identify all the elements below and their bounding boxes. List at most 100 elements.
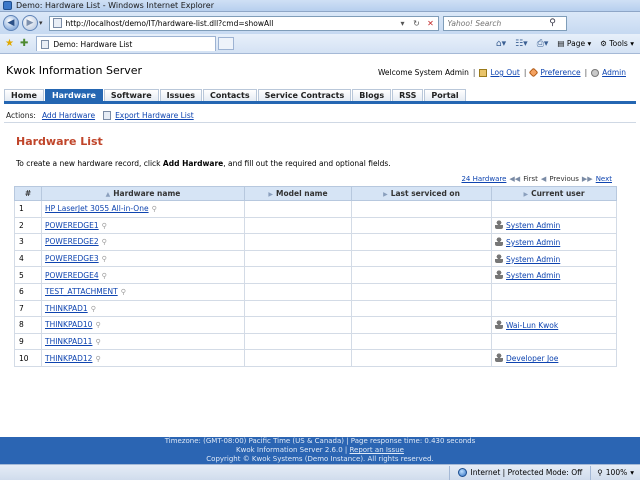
new-tab-button[interactable] — [218, 37, 235, 50]
intro-before: To create a new hardware record, click — [16, 159, 163, 168]
hardware-link[interactable]: POWEREDGE2 — [45, 237, 99, 246]
current-user-cell — [491, 332, 617, 351]
hardware-link[interactable]: THINKPAD1 — [45, 304, 88, 313]
col-number: # — [14, 186, 42, 201]
user-link[interactable]: System Admin — [506, 255, 560, 264]
user-link[interactable]: System Admin — [506, 238, 560, 247]
hardware-link[interactable]: THINKPAD11 — [45, 337, 92, 346]
hardware-link[interactable]: HP LaserJet 3055 All-in-One — [45, 204, 149, 213]
col-current-user[interactable]: ▶ Current user — [491, 186, 617, 201]
command-buttons: ⌂▾ ☷▾ ⎙▾ ▤ Page ▾ ⚙ Tools ▾ — [496, 39, 640, 49]
footer-line-3: Copyright © Kwok Systems (Demo Instance)… — [206, 455, 434, 463]
last-serviced-cell — [351, 266, 492, 284]
hardware-name-cell: TEST_ATTACHMENT ⚲ — [41, 282, 245, 301]
hardware-count-link[interactable]: 24 Hardware — [461, 175, 506, 183]
preference-link[interactable]: Preference — [540, 68, 580, 77]
search-icon[interactable]: ⚲ — [546, 18, 560, 28]
tools-menu[interactable]: ⚙ Tools ▾ — [600, 39, 634, 48]
zoom-control[interactable]: ⚲ 100% ▾ — [590, 465, 640, 480]
user-link[interactable]: System Admin — [506, 271, 560, 280]
address-dropdown-icon[interactable]: ▾ — [396, 19, 410, 28]
search-box[interactable]: ⚲ — [442, 15, 567, 31]
hardware-link[interactable]: POWEREDGE4 — [45, 271, 99, 280]
footer-line-2: Kwok Information Server 2.6.0 | Report a… — [0, 446, 640, 455]
pager-previous: Previous — [549, 175, 579, 183]
hardware-link[interactable]: POWEREDGE1 — [45, 221, 99, 230]
tools-menu-label: Tools — [609, 39, 628, 48]
address-bar[interactable]: http://localhost/demo/IT/hardware-list.d… — [48, 15, 439, 31]
hardware-link[interactable]: TEST_ATTACHMENT — [45, 287, 118, 296]
home-icon[interactable]: ⌂▾ — [496, 39, 506, 49]
nav-hardware[interactable]: Hardware — [44, 89, 103, 101]
page-footer: Timezone: (GMT-08:00) Pacific Time (US &… — [0, 437, 640, 464]
print-icon[interactable]: ⎙▾ — [537, 39, 549, 49]
add-hardware-link[interactable]: Add Hardware — [42, 111, 95, 120]
table-row: 9 THINKPAD11 ⚲ — [14, 332, 617, 351]
report-issue-link[interactable]: Report an Issue — [349, 446, 403, 454]
key-icon: ⚲ — [151, 205, 157, 214]
stop-icon[interactable]: ✕ — [424, 19, 438, 28]
nav-contacts[interactable]: Contacts — [203, 89, 257, 101]
col-model-name-label: Model name — [276, 189, 328, 198]
last-serviced-cell — [351, 349, 492, 367]
hardware-name-cell: POWEREDGE2 ⚲ — [41, 233, 245, 251]
table-row: 8 THINKPAD10 ⚲ Wai-Lun Kwok — [14, 316, 617, 334]
user-icon — [495, 270, 503, 280]
user-icon — [495, 353, 503, 363]
user-icon — [495, 319, 503, 329]
add-favorites-icon[interactable]: ✚ — [20, 38, 28, 49]
refresh-icon[interactable]: ↻ — [410, 19, 424, 28]
col-last-serviced-label: Last serviced on — [390, 189, 460, 198]
admin-gear-icon — [591, 68, 600, 77]
user-link[interactable]: Wai-Lun Kwok — [506, 321, 558, 330]
separator: | — [523, 68, 527, 77]
sort-icon: ▶ — [268, 191, 274, 198]
hardware-name-cell: POWEREDGE3 ⚲ — [41, 249, 245, 268]
nav-issues[interactable]: Issues — [159, 89, 203, 101]
pager-next[interactable]: Next — [596, 175, 612, 183]
nav-portal[interactable]: Portal — [424, 89, 466, 101]
col-model-name[interactable]: ▶ Model name — [244, 186, 352, 201]
current-user-cell: System Admin — [491, 249, 617, 268]
history-dropdown-icon[interactable]: ▾ — [39, 19, 43, 27]
key-icon: ⚲ — [101, 271, 107, 280]
hardware-link[interactable]: POWEREDGE3 — [45, 254, 99, 263]
back-icon[interactable]: ◀ — [3, 15, 19, 31]
table-row: 5 POWEREDGE4 ⚲ System Admin — [14, 266, 617, 284]
hardware-link[interactable]: THINKPAD12 — [45, 354, 92, 363]
page-icon — [52, 18, 62, 28]
forward-icon[interactable]: ▶ — [22, 15, 38, 31]
model-name-cell — [244, 266, 352, 284]
last-serviced-cell — [351, 200, 492, 218]
nav-home[interactable]: Home — [4, 89, 44, 101]
address-url[interactable]: http://localhost/demo/IT/hardware-list.d… — [66, 19, 274, 28]
col-hardware-name[interactable]: ▲ Hardware name — [41, 186, 245, 201]
favorites-star-icon[interactable]: ★ — [5, 38, 14, 49]
page-menu-label: Page — [566, 39, 586, 48]
export-icon — [103, 111, 112, 120]
nav-service-contracts[interactable]: Service Contracts — [257, 89, 352, 101]
hardware-name-cell: THINKPAD12 ⚲ — [41, 349, 245, 367]
search-input[interactable] — [447, 18, 546, 28]
nav-blogs[interactable]: Blogs — [352, 89, 392, 101]
next-arrow-icon: ▶▶ — [581, 175, 593, 183]
hardware-name-cell: THINKPAD11 ⚲ — [41, 332, 245, 351]
intro-after: , and fill out the required and optional… — [223, 159, 391, 168]
browser-tab[interactable]: Demo: Hardware List — [36, 36, 217, 51]
logout-link[interactable]: Log Out — [490, 68, 519, 77]
feeds-icon[interactable]: ☷▾ — [515, 39, 528, 49]
export-hardware-link[interactable]: Export Hardware List — [115, 111, 194, 120]
model-name-cell — [244, 299, 352, 318]
col-last-serviced[interactable]: ▶ Last serviced on — [351, 186, 492, 201]
hardware-link[interactable]: THINKPAD10 — [45, 320, 92, 329]
user-link[interactable]: Developer Joe — [506, 354, 558, 363]
actions-label: Actions: — [6, 111, 36, 120]
security-zone[interactable]: Internet | Protected Mode: Off — [448, 465, 591, 480]
row-number: 10 — [14, 349, 42, 367]
nav-rss[interactable]: RSS — [392, 89, 424, 101]
current-user-cell: Wai-Lun Kwok — [491, 316, 617, 334]
nav-software[interactable]: Software — [103, 89, 159, 101]
admin-link[interactable]: Admin — [602, 68, 626, 77]
user-link[interactable]: System Admin — [506, 221, 560, 230]
page-menu[interactable]: ▤ Page ▾ — [557, 39, 591, 48]
